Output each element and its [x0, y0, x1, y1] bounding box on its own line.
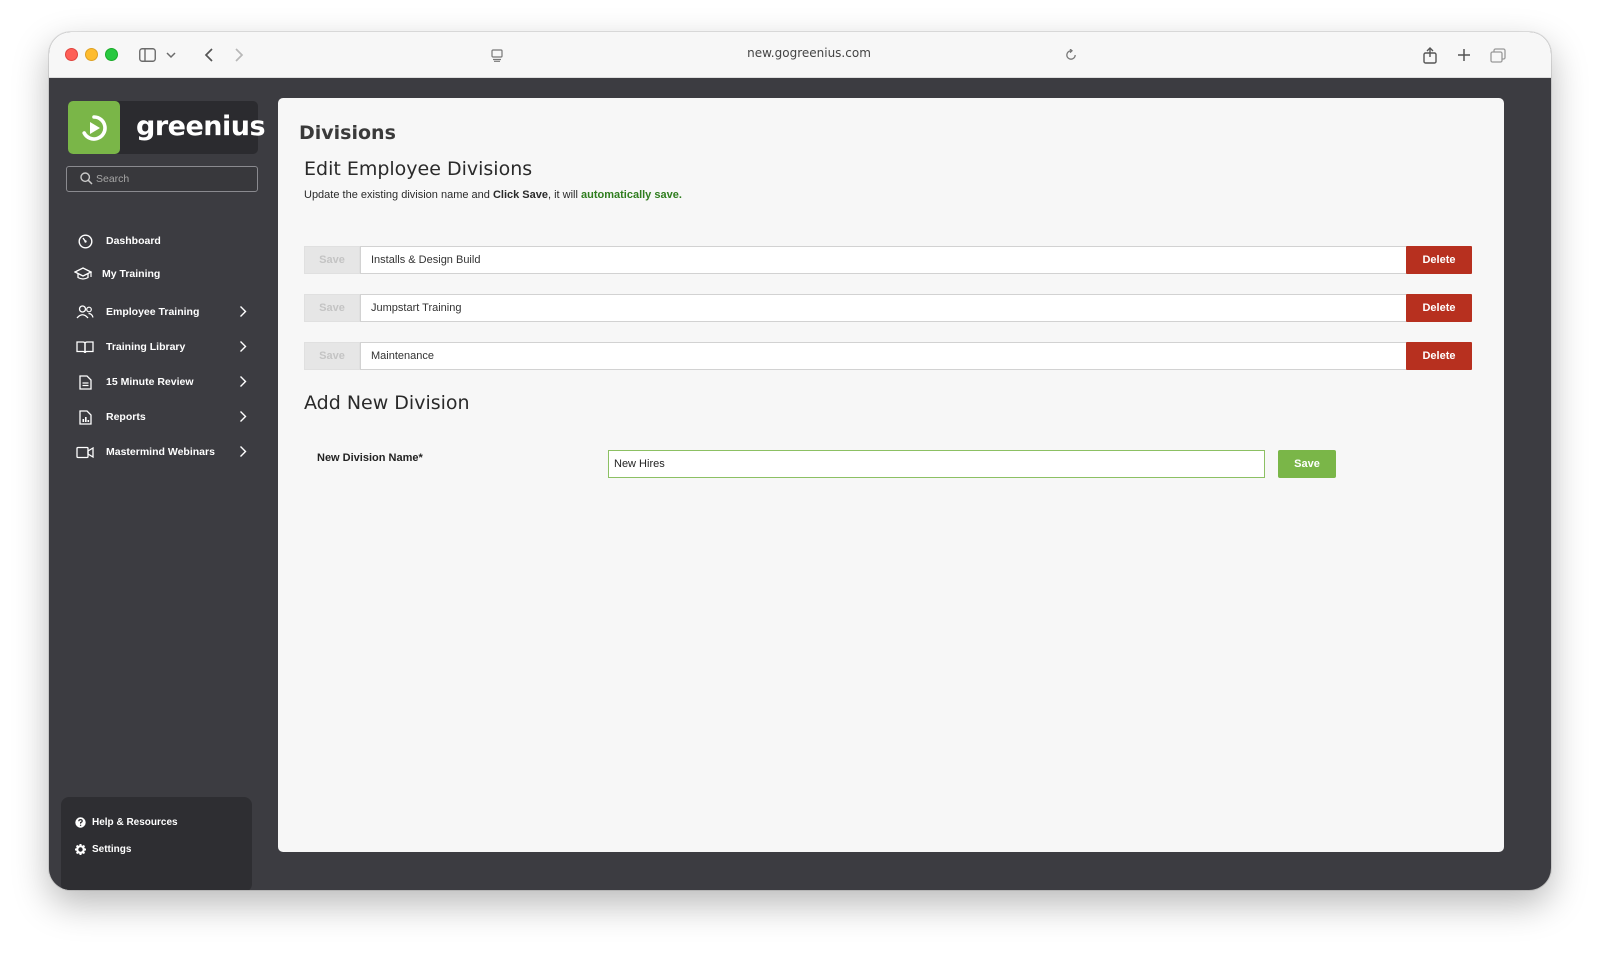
division-name-input[interactable]: [360, 294, 1407, 322]
sidebar-item-label: Dashboard: [106, 235, 161, 247]
delete-division-button[interactable]: Delete: [1406, 342, 1472, 370]
reader-mode-icon[interactable]: [489, 44, 505, 66]
description-bold: Click Save: [492, 189, 548, 201]
zoom-window-button[interactable]: [105, 48, 118, 61]
gear-icon: [75, 844, 86, 855]
open-book-icon: [75, 340, 95, 354]
users-icon: [75, 305, 95, 319]
settings-link[interactable]: Settings: [75, 844, 131, 855]
description-highlight: automatically save.: [581, 189, 682, 201]
edit-description: Update the existing division name and Cl…: [304, 189, 682, 201]
sidebar-toggle-icon[interactable]: [137, 44, 157, 66]
add-section-title: Add New Division: [304, 392, 470, 414]
back-arrow-icon[interactable]: [201, 44, 217, 66]
sidebar: greenius Dashboard My Training: [49, 78, 279, 890]
division-row: Save Delete: [304, 294, 1472, 322]
chevron-right-icon: [239, 375, 247, 393]
search-box[interactable]: [66, 166, 258, 192]
chevron-right-icon: [239, 305, 247, 323]
division-row: Save Delete: [304, 246, 1472, 274]
graduation-cap-icon: [73, 267, 93, 281]
greenius-logo-icon: [68, 101, 120, 154]
minimize-window-button[interactable]: [85, 48, 98, 61]
settings-label: Settings: [92, 844, 132, 855]
sidebar-item-employee-training[interactable]: Employee Training: [75, 301, 247, 323]
sidebar-item-label: Mastermind Webinars: [106, 446, 215, 458]
page-title: Divisions: [299, 122, 396, 144]
new-division-input[interactable]: [608, 450, 1265, 478]
new-division-label: New Division Name*: [317, 452, 423, 464]
logo[interactable]: greenius: [68, 101, 266, 154]
search-icon: [80, 172, 93, 185]
sidebar-item-mastermind-webinars[interactable]: Mastermind Webinars: [75, 441, 247, 463]
help-resources-link[interactable]: Help & Resources: [75, 817, 178, 828]
sidebar-item-label: Employee Training: [106, 306, 200, 318]
sidebar-item-15-minute-review[interactable]: 15 Minute Review: [75, 371, 247, 393]
division-name-input[interactable]: [360, 342, 1407, 370]
edit-section-title: Edit Employee Divisions: [304, 158, 533, 180]
save-new-division-button[interactable]: Save: [1278, 450, 1336, 478]
browser-window: new.gogreenius.com greenius Search Dashb…: [49, 32, 1551, 890]
chevron-right-icon: [239, 340, 247, 358]
sidebar-footer: Help & Resources Settings: [61, 797, 252, 890]
sidebar-item-label: My Training: [102, 268, 161, 280]
description-text: , it will: [548, 189, 581, 201]
dashboard-gauge-icon: [75, 233, 95, 249]
video-camera-icon: [75, 446, 95, 459]
sidebar-item-my-training[interactable]: My Training: [73, 263, 245, 285]
chevron-down-icon[interactable]: [164, 44, 178, 66]
document-icon: [75, 374, 95, 390]
main-content: Divisions Edit Employee Divisions Update…: [278, 98, 1504, 852]
reload-icon[interactable]: [1063, 44, 1079, 66]
search-input[interactable]: [96, 170, 251, 188]
save-division-button[interactable]: Save: [304, 342, 360, 370]
sidebar-item-label: Reports: [106, 411, 146, 423]
browser-toolbar: new.gogreenius.com: [49, 32, 1551, 78]
delete-division-button[interactable]: Delete: [1406, 294, 1472, 322]
sidebar-item-label: 15 Minute Review: [106, 376, 194, 388]
close-window-button[interactable]: [65, 48, 78, 61]
tab-overview-icon[interactable]: [1489, 44, 1507, 66]
help-resources-label: Help & Resources: [92, 817, 178, 828]
chevron-right-icon: [239, 445, 247, 463]
save-division-button[interactable]: Save: [304, 246, 360, 274]
save-division-button[interactable]: Save: [304, 294, 360, 322]
sidebar-item-label: Training Library: [106, 341, 186, 353]
new-tab-plus-icon[interactable]: [1455, 44, 1473, 66]
share-icon[interactable]: [1421, 44, 1439, 66]
forward-arrow-icon[interactable]: [231, 44, 247, 66]
sidebar-item-reports[interactable]: Reports: [75, 406, 247, 428]
sidebar-item-dashboard[interactable]: Dashboard: [75, 230, 247, 252]
question-circle-icon: [75, 817, 86, 828]
sidebar-item-training-library[interactable]: Training Library: [75, 336, 247, 358]
report-chart-icon: [75, 409, 95, 425]
delete-division-button[interactable]: Delete: [1406, 246, 1472, 274]
description-text: Update the existing division name and: [304, 189, 493, 201]
division-row: Save Delete: [304, 342, 1472, 370]
division-name-input[interactable]: [360, 246, 1407, 274]
logo-text: greenius: [136, 111, 266, 142]
address-bar[interactable]: new.gogreenius.com: [549, 46, 1069, 60]
chevron-right-icon: [239, 410, 247, 428]
